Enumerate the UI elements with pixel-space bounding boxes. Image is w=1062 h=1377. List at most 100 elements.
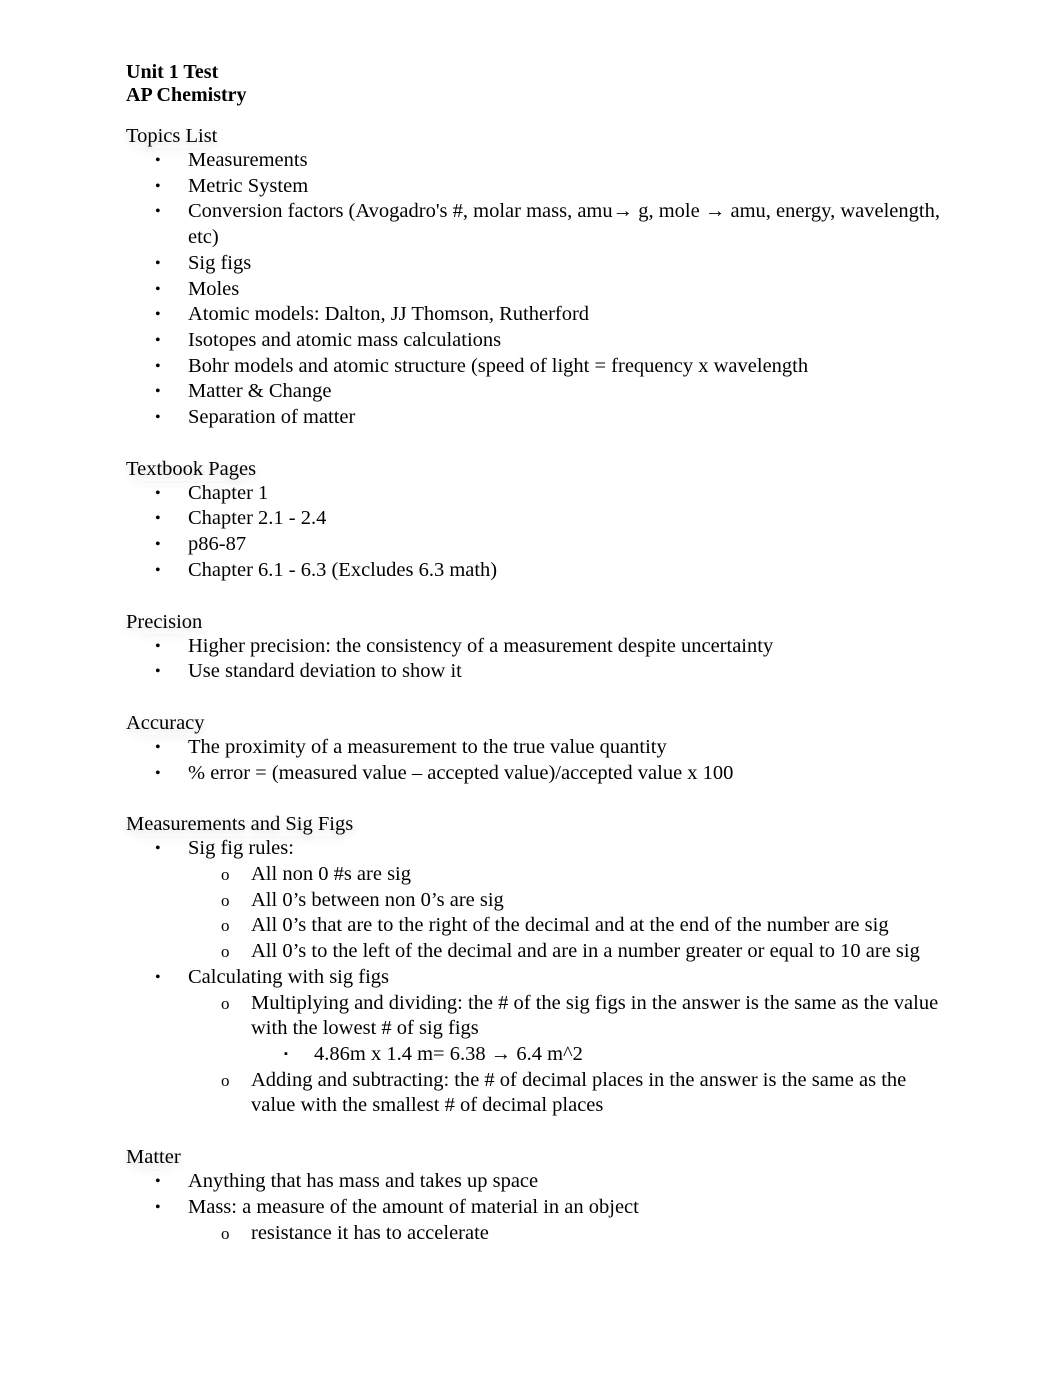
list-item: • Mass: a measure of the amount of materi… [126,1195,946,1221]
list-item-text: p86-87 [188,533,247,556]
section: Topics List • Measurements • Metric System • C… [126,124,946,431]
list-item: • Bohr models and atomic structure (speed… [126,354,946,380]
bullet-disc-icon: • [155,383,161,401]
list-item-text: Calculating with sig figs [188,965,389,988]
bullet-disc-icon: • [155,331,161,349]
bullet-disc-icon: • [155,663,161,681]
bullet-disc-icon: • [155,536,161,554]
section-heading: Matter [126,1146,181,1169]
list-item: • Isotopes and atomic mass calculations [126,328,946,354]
list-item: o All non 0 #s are sig [126,862,946,888]
list-item-text: Matter & Change [188,380,332,403]
list-item-text: The proximity of a measurement to the tr… [188,735,667,758]
list-item: o All 0’s to the left of the decimal and … [126,939,946,965]
bullet-circle-icon: o [221,1070,230,1090]
list-item-text: All non 0 #s are sig [251,863,411,886]
list-item-text: Chapter 2.1 - 2.4 [188,507,327,530]
bullet-square-icon: ▪ [284,1047,288,1060]
bullet-disc-icon: • [155,254,161,272]
list-item: • Anything that has mass and takes up spa… [126,1169,946,1195]
list-item-text: Mass: a measure of the amount of materia… [188,1195,639,1218]
list-item-text: Conversion factors (Avogadro's #, molar … [188,200,940,249]
list-item-text: Moles [188,277,240,300]
section: Measurements and Sig Figs • Sig fig rules:… [126,812,946,1119]
bullet-disc-icon: • [155,306,161,324]
bullet-disc-icon: • [155,280,161,298]
list-item: • p86-87 [126,532,946,558]
bullet-disc-icon: • [155,1198,161,1216]
list-item-text: Sig fig rules: [188,837,294,860]
list-item: • Higher precision: the consistency of a … [126,634,946,660]
list-item-text: Anything that has mass and takes up spac… [188,1170,539,1193]
bullet-circle-icon: o [221,916,230,936]
list-item-text: resistance it has to accelerate [251,1221,489,1244]
list-item-text: Use standard deviation to show it [188,660,462,683]
bullet-list: • The proximity of a measurement to the t… [126,735,946,786]
list-item: • Separation of matter [126,405,946,431]
list-item-text: Sig figs [188,251,252,274]
list-item-text: Isotopes and atomic mass calculations [188,328,502,351]
bullet-disc-icon: • [155,510,161,528]
section-heading: Topics List [126,125,218,147]
list-item-text: Higher precision: the consistency of a m… [188,634,774,657]
list-item-text: Atomic models: Dalton, JJ Thomson, Ruthe… [188,303,590,326]
list-item: • The proximity of a measurement to the t… [126,735,946,761]
list-item-text: Separation of matter [188,406,356,429]
document-subtitle: AP Chemistry [126,84,247,106]
list-item: • Sig figs [126,251,946,277]
section-heading: Textbook Pages [126,457,257,480]
section-heading: Precision [126,610,203,633]
list-item-text: All 0’s to the left of the decimal and a… [251,940,920,963]
list-item: o All 0’s between non 0’s are sig [126,888,946,914]
bullet-circle-icon: o [221,865,230,885]
section-heading: Measurements and Sig Figs [126,813,354,836]
bullet-disc-icon: • [155,409,161,427]
list-item-text: All 0’s that are to the right of the dec… [251,914,889,937]
bullet-circle-icon: o [221,890,230,910]
list-item: • Moles [126,277,946,303]
section: Textbook Pages • Chapter 1 • Chapter 2.1 - 2… [126,457,946,584]
list-item: • % error = (measured value – accepted va… [126,761,946,787]
list-item: • Sig fig rules: [126,836,946,862]
bullet-list: • Higher precision: the consistency of a … [126,634,946,685]
bullet-disc-icon: • [155,840,161,858]
section-heading: Accuracy [126,711,205,734]
bullet-circle-icon: o [221,942,230,962]
list-item-text: % error = (measured value – accepted val… [188,761,734,784]
list-item-text: Measurements [188,149,308,171]
list-item-text: Chapter 6.1 - 6.3 (Excludes 6.3 math) [188,558,498,581]
section: Precision • Higher precision: the consiste… [126,610,946,685]
document-title: Unit 1 Test [126,61,219,83]
bullet-disc-icon: • [155,152,161,169]
list-item: • Matter & Change [126,379,946,405]
bullet-list: • Chapter 1 • Chapter 2.1 - 2.4 • p86-87 • Chap… [126,481,946,584]
list-item: • Calculating with sig figs [126,965,946,991]
list-item: • Chapter 2.1 - 2.4 [126,506,946,532]
bullet-list: • Anything that has mass and takes up spa… [126,1169,946,1246]
section: Accuracy • The proximity of a measurement … [126,711,946,786]
bullet-disc-icon: • [155,203,161,221]
document-page: Unit 1 Test AP Chemistry Topics List • Mea… [126,61,946,1246]
list-item: ▪ 4.86m x 1.4 m= 6.38 → 6.4 m^2 [126,1042,946,1068]
sections-container: Topics List • Measurements • Metric System • C… [126,124,946,1246]
list-item: o Adding and subtracting: the # of decima… [126,1068,946,1119]
bullet-disc-icon: • [155,1173,161,1191]
bullet-list: • Measurements • Metric System • Conversion f… [126,148,946,431]
list-item: • Atomic models: Dalton, JJ Thomson, Ruth… [126,302,946,328]
bullet-circle-icon: o [221,1223,230,1243]
bullet-disc-icon: • [155,177,161,195]
bullet-disc-icon: • [155,484,161,502]
list-item: • Use standard deviation to show it [126,659,946,685]
bullet-disc-icon: • [155,968,161,986]
list-item-text: Chapter 1 [188,481,269,504]
list-item: o resistance it has to accelerate [126,1221,946,1247]
list-item: • Measurements [126,148,946,174]
list-item-text: 4.86m x 1.4 m= 6.38 → 6.4 m^2 [314,1042,583,1065]
list-item: o Multiplying and dividing: the # of the … [126,991,946,1042]
list-item-text: Adding and subtracting: the # of decimal… [251,1068,907,1117]
